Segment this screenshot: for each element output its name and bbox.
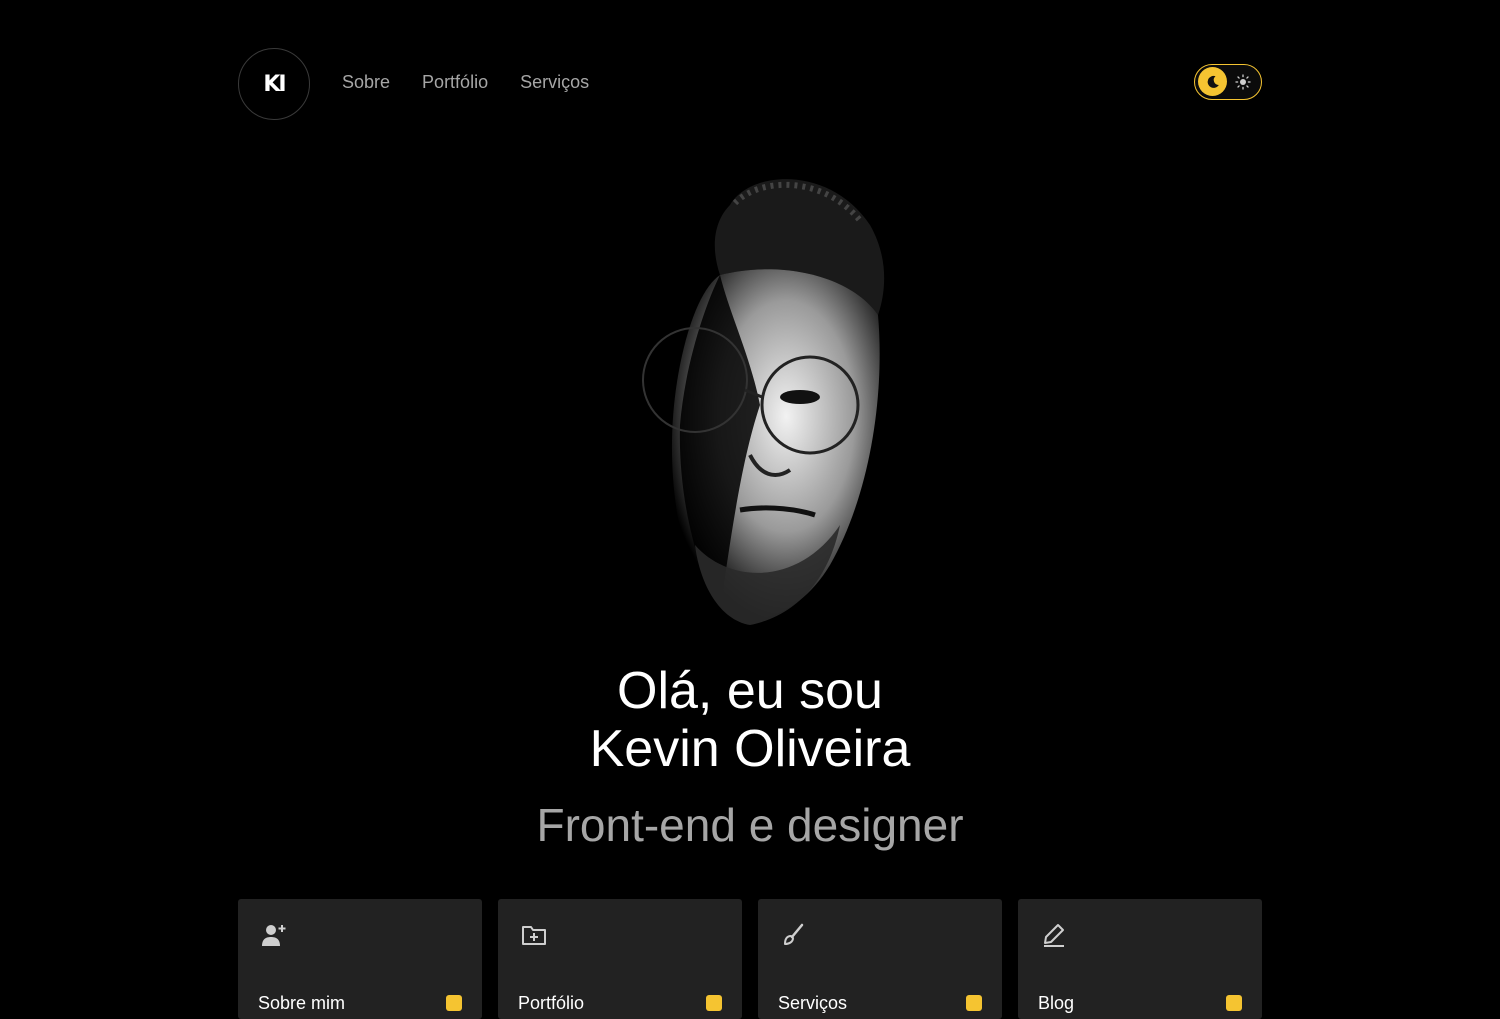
feature-cards: Sobre mim Portfólio Serviços Blog xyxy=(238,899,1262,1019)
folder-plus-icon xyxy=(520,921,548,949)
hero-title: Olá, eu sou Kevin Oliveira xyxy=(0,662,1500,778)
hero-subtitle: Front-end e designer xyxy=(536,799,964,851)
card-arrow-badge xyxy=(706,995,722,1011)
moon-icon xyxy=(1198,67,1227,96)
nav-link-servicos[interactable]: Serviços xyxy=(520,72,589,93)
card-arrow-badge xyxy=(966,995,982,1011)
brush-icon xyxy=(780,921,808,949)
card-arrow-badge xyxy=(446,995,462,1011)
card-label: Blog xyxy=(1038,993,1075,1013)
nav-link-portfolio[interactable]: Portfólio xyxy=(422,72,488,93)
logo[interactable]: KI xyxy=(238,48,310,120)
card-portfolio[interactable]: Portfólio xyxy=(498,899,742,1019)
card-sobre[interactable]: Sobre mim xyxy=(238,899,482,1019)
card-label: Serviços xyxy=(778,993,848,1013)
card-label: Portfólio xyxy=(518,993,585,1013)
card-label: Sobre mim xyxy=(258,993,346,1013)
card-arrow-badge xyxy=(1226,995,1242,1011)
theme-toggle[interactable] xyxy=(1194,64,1262,100)
card-blog[interactable]: Blog xyxy=(1018,899,1262,1019)
hero-title-line1: Olá, eu sou xyxy=(617,662,883,720)
pencil-icon xyxy=(1040,921,1068,949)
hero-title-line2: Kevin Oliveira xyxy=(589,720,911,778)
user-plus-icon xyxy=(260,921,288,949)
main-nav: Sobre Portfólio Serviços xyxy=(342,72,589,93)
nav-link-sobre[interactable]: Sobre xyxy=(342,72,390,93)
logo-text: KI xyxy=(263,71,286,97)
card-servicos[interactable]: Serviços xyxy=(758,899,1002,1019)
site-header: KI Sobre Portfólio Serviços xyxy=(238,48,1262,120)
sun-icon xyxy=(1235,74,1251,90)
profile-portrait xyxy=(600,165,900,645)
